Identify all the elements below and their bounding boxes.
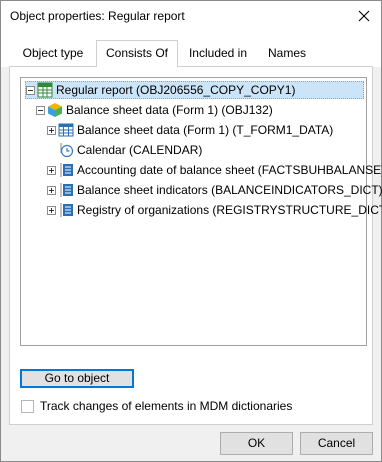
tree-node-balance-indicators[interactable]: Balance sheet indicators (BALANCEINDICAT… bbox=[47, 181, 382, 199]
calendar-icon bbox=[60, 143, 74, 158]
tree-node-label: Balance sheet data (Form 1) (T_FORM1_DAT… bbox=[77, 123, 334, 137]
tree-node-label: Accounting date of balance sheet (FACTSB… bbox=[77, 163, 382, 177]
collapse-icon[interactable] bbox=[36, 105, 45, 115]
object-properties-dialog: Object properties: Regular report Object… bbox=[0, 0, 382, 462]
tree-node-balance-sheet-table[interactable]: Balance sheet data (Form 1) (T_FORM1_DAT… bbox=[47, 121, 333, 139]
dictionary-icon bbox=[60, 203, 73, 217]
tab-names[interactable]: Names bbox=[258, 43, 316, 65]
close-button[interactable] bbox=[353, 5, 375, 27]
tree-node-label: Calendar (CALENDAR) bbox=[77, 143, 203, 157]
consists-of-panel: Regular report (OBJ206556_COPY_COPY1) Ba… bbox=[9, 66, 382, 425]
table-icon bbox=[58, 123, 74, 137]
track-changes-checkbox[interactable] bbox=[21, 400, 34, 413]
expand-icon[interactable] bbox=[47, 125, 56, 135]
composition-tree[interactable]: Regular report (OBJ206556_COPY_COPY1) Ba… bbox=[20, 77, 382, 346]
tree-node-label: Balance sheet data (Form 1) (OBJ132) bbox=[66, 103, 273, 117]
close-icon bbox=[358, 10, 370, 22]
go-to-object-button[interactable]: Go to object bbox=[20, 369, 134, 388]
expand-icon[interactable] bbox=[47, 185, 56, 195]
tree-node-label: Registry of organizations (REGISTRYSTRUC… bbox=[77, 203, 382, 217]
tree-node-regular-report[interactable]: Regular report (OBJ206556_COPY_COPY1) bbox=[25, 81, 364, 99]
tree-node-registry-organizations[interactable]: Registry of organizations (REGISTRYSTRUC… bbox=[47, 201, 382, 219]
expand-icon[interactable] bbox=[47, 165, 56, 175]
tree-node-balance-sheet-cube[interactable]: Balance sheet data (Form 1) (OBJ132) bbox=[36, 101, 273, 119]
tab-strip: Object type Consists Of Included in Name… bbox=[1, 31, 381, 67]
dictionary-icon bbox=[60, 163, 73, 177]
ok-button[interactable]: OK bbox=[220, 432, 293, 455]
collapse-icon[interactable] bbox=[26, 85, 35, 95]
dialog-title: Object properties: Regular report bbox=[10, 9, 185, 23]
expand-icon[interactable] bbox=[47, 205, 56, 215]
tab-consists-of[interactable]: Consists Of bbox=[96, 40, 178, 67]
tree-node-calendar[interactable]: Calendar (CALENDAR) bbox=[58, 141, 202, 159]
title-bar: Object properties: Regular report bbox=[1, 1, 381, 31]
tree-node-accounting-date[interactable]: Accounting date of balance sheet (FACTSB… bbox=[47, 161, 382, 179]
tab-included-in[interactable]: Included in bbox=[181, 43, 255, 65]
tab-object-type[interactable]: Object type bbox=[13, 43, 93, 65]
cube-icon bbox=[48, 103, 62, 117]
tree-node-label: Regular report (OBJ206556_COPY_COPY1) bbox=[56, 83, 296, 97]
tree-node-label: Balance sheet indicators (BALANCEINDICAT… bbox=[77, 183, 382, 197]
regular-report-icon bbox=[37, 82, 53, 98]
cancel-button[interactable]: Cancel bbox=[300, 432, 373, 455]
track-changes-label: Track changes of elements in MDM diction… bbox=[40, 399, 293, 413]
dictionary-icon bbox=[60, 183, 73, 197]
